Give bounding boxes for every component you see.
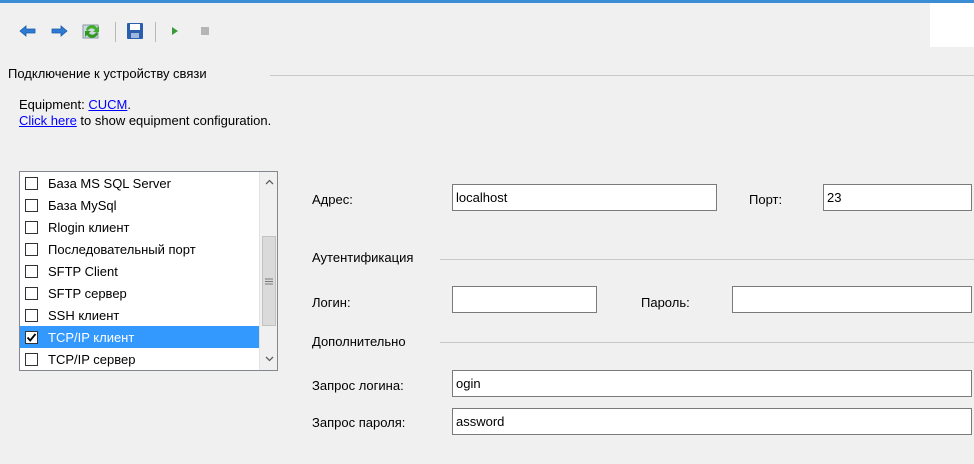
- checkbox[interactable]: [25, 308, 38, 322]
- login-input[interactable]: [452, 286, 597, 313]
- list-item-label: TCP/IP клиент: [48, 329, 135, 345]
- scroll-thumb[interactable]: [262, 236, 276, 326]
- back-icon: [19, 25, 36, 37]
- refresh-icon: [82, 24, 99, 39]
- list-item-label: SFTP Client: [48, 263, 118, 279]
- list-item-label: Rlogin клиент: [48, 219, 130, 235]
- save-icon: [127, 23, 143, 39]
- password-label: Пароль:: [641, 295, 690, 310]
- password-input[interactable]: [732, 286, 972, 313]
- equipment-suffix: .: [127, 97, 131, 112]
- toolbar-separator: [155, 22, 156, 42]
- list-item[interactable]: SFTP Client: [20, 260, 259, 282]
- login-prompt-input[interactable]: [452, 370, 972, 397]
- address-input[interactable]: [452, 184, 717, 211]
- list-scrollbar[interactable]: [259, 172, 277, 370]
- password-prompt-label: Запрос пароля:: [312, 415, 406, 430]
- play-icon: [172, 27, 178, 35]
- toolbar: [0, 3, 930, 47]
- toolbar-separator: [115, 22, 116, 42]
- show-config-link[interactable]: Click here: [19, 113, 77, 128]
- list-item[interactable]: TCP/IP сервер: [20, 348, 259, 370]
- list-item[interactable]: SSH клиент: [20, 304, 259, 326]
- section-title: Подключение к устройству связи: [8, 66, 215, 81]
- checkbox[interactable]: [25, 286, 38, 300]
- login-label: Логин:: [312, 295, 351, 310]
- list-item-label: TCP/IP сервер: [48, 351, 136, 367]
- list-item-label: SSH клиент: [48, 307, 120, 323]
- connection-type-list[interactable]: База MS SQL Server База MySql Rlogin кли…: [19, 171, 278, 371]
- auth-title: Аутентификация: [312, 250, 422, 265]
- save-button[interactable]: [124, 20, 146, 42]
- address-label: Адрес:: [312, 192, 353, 207]
- advanced-title: Дополнительно: [312, 334, 414, 349]
- checkbox[interactable]: [25, 176, 38, 190]
- list-item-label: База MySql: [48, 197, 117, 213]
- grip-icon: [265, 278, 273, 284]
- checkbox-checked[interactable]: [25, 330, 38, 344]
- config-line: Click here to show equipment configurati…: [19, 113, 271, 128]
- auth-divider: [440, 259, 974, 260]
- stop-button[interactable]: [196, 20, 214, 42]
- checkbox[interactable]: [25, 242, 38, 256]
- back-button[interactable]: [17, 20, 39, 42]
- checkbox[interactable]: [25, 352, 38, 366]
- forward-button[interactable]: [48, 20, 70, 42]
- list-item-label: SFTP сервер: [48, 285, 127, 301]
- list-item-label: Последовательный порт: [48, 241, 196, 257]
- chevron-up-icon: [265, 179, 274, 185]
- checkbox[interactable]: [25, 198, 38, 212]
- forward-icon: [51, 25, 68, 37]
- list-item[interactable]: Rlogin клиент: [20, 216, 259, 238]
- chevron-down-icon: [265, 356, 274, 362]
- equipment-link[interactable]: CUCM: [88, 97, 127, 112]
- list-item-selected[interactable]: TCP/IP клиент: [20, 326, 259, 348]
- refresh-button[interactable]: [80, 20, 104, 42]
- list-item-label: База MS SQL Server: [48, 175, 171, 191]
- checkmark-icon: [26, 332, 37, 342]
- list-item[interactable]: SFTP сервер: [20, 282, 259, 304]
- play-button[interactable]: [166, 20, 184, 42]
- equipment-prefix: Equipment:: [19, 97, 89, 112]
- port-label: Порт:: [749, 192, 783, 207]
- list-item[interactable]: База MS SQL Server: [20, 172, 259, 194]
- login-prompt-label: Запрос логина:: [312, 378, 404, 393]
- section-divider: [270, 75, 974, 76]
- port-input[interactable]: [823, 184, 972, 211]
- checkbox[interactable]: [25, 264, 38, 278]
- list-item[interactable]: Последовательный порт: [20, 238, 259, 260]
- password-prompt-input[interactable]: [452, 408, 972, 435]
- scroll-down-button[interactable]: [260, 350, 277, 368]
- scroll-up-button[interactable]: [260, 173, 277, 191]
- config-link-text: to show equipment configuration.: [76, 113, 272, 128]
- advanced-divider: [440, 342, 974, 343]
- checkbox[interactable]: [25, 220, 38, 234]
- list-item[interactable]: База MySql: [20, 194, 259, 216]
- stop-icon: [201, 27, 209, 35]
- equipment-line: Equipment: CUCM.: [19, 97, 131, 112]
- toolbar-right-panel: [930, 3, 974, 47]
